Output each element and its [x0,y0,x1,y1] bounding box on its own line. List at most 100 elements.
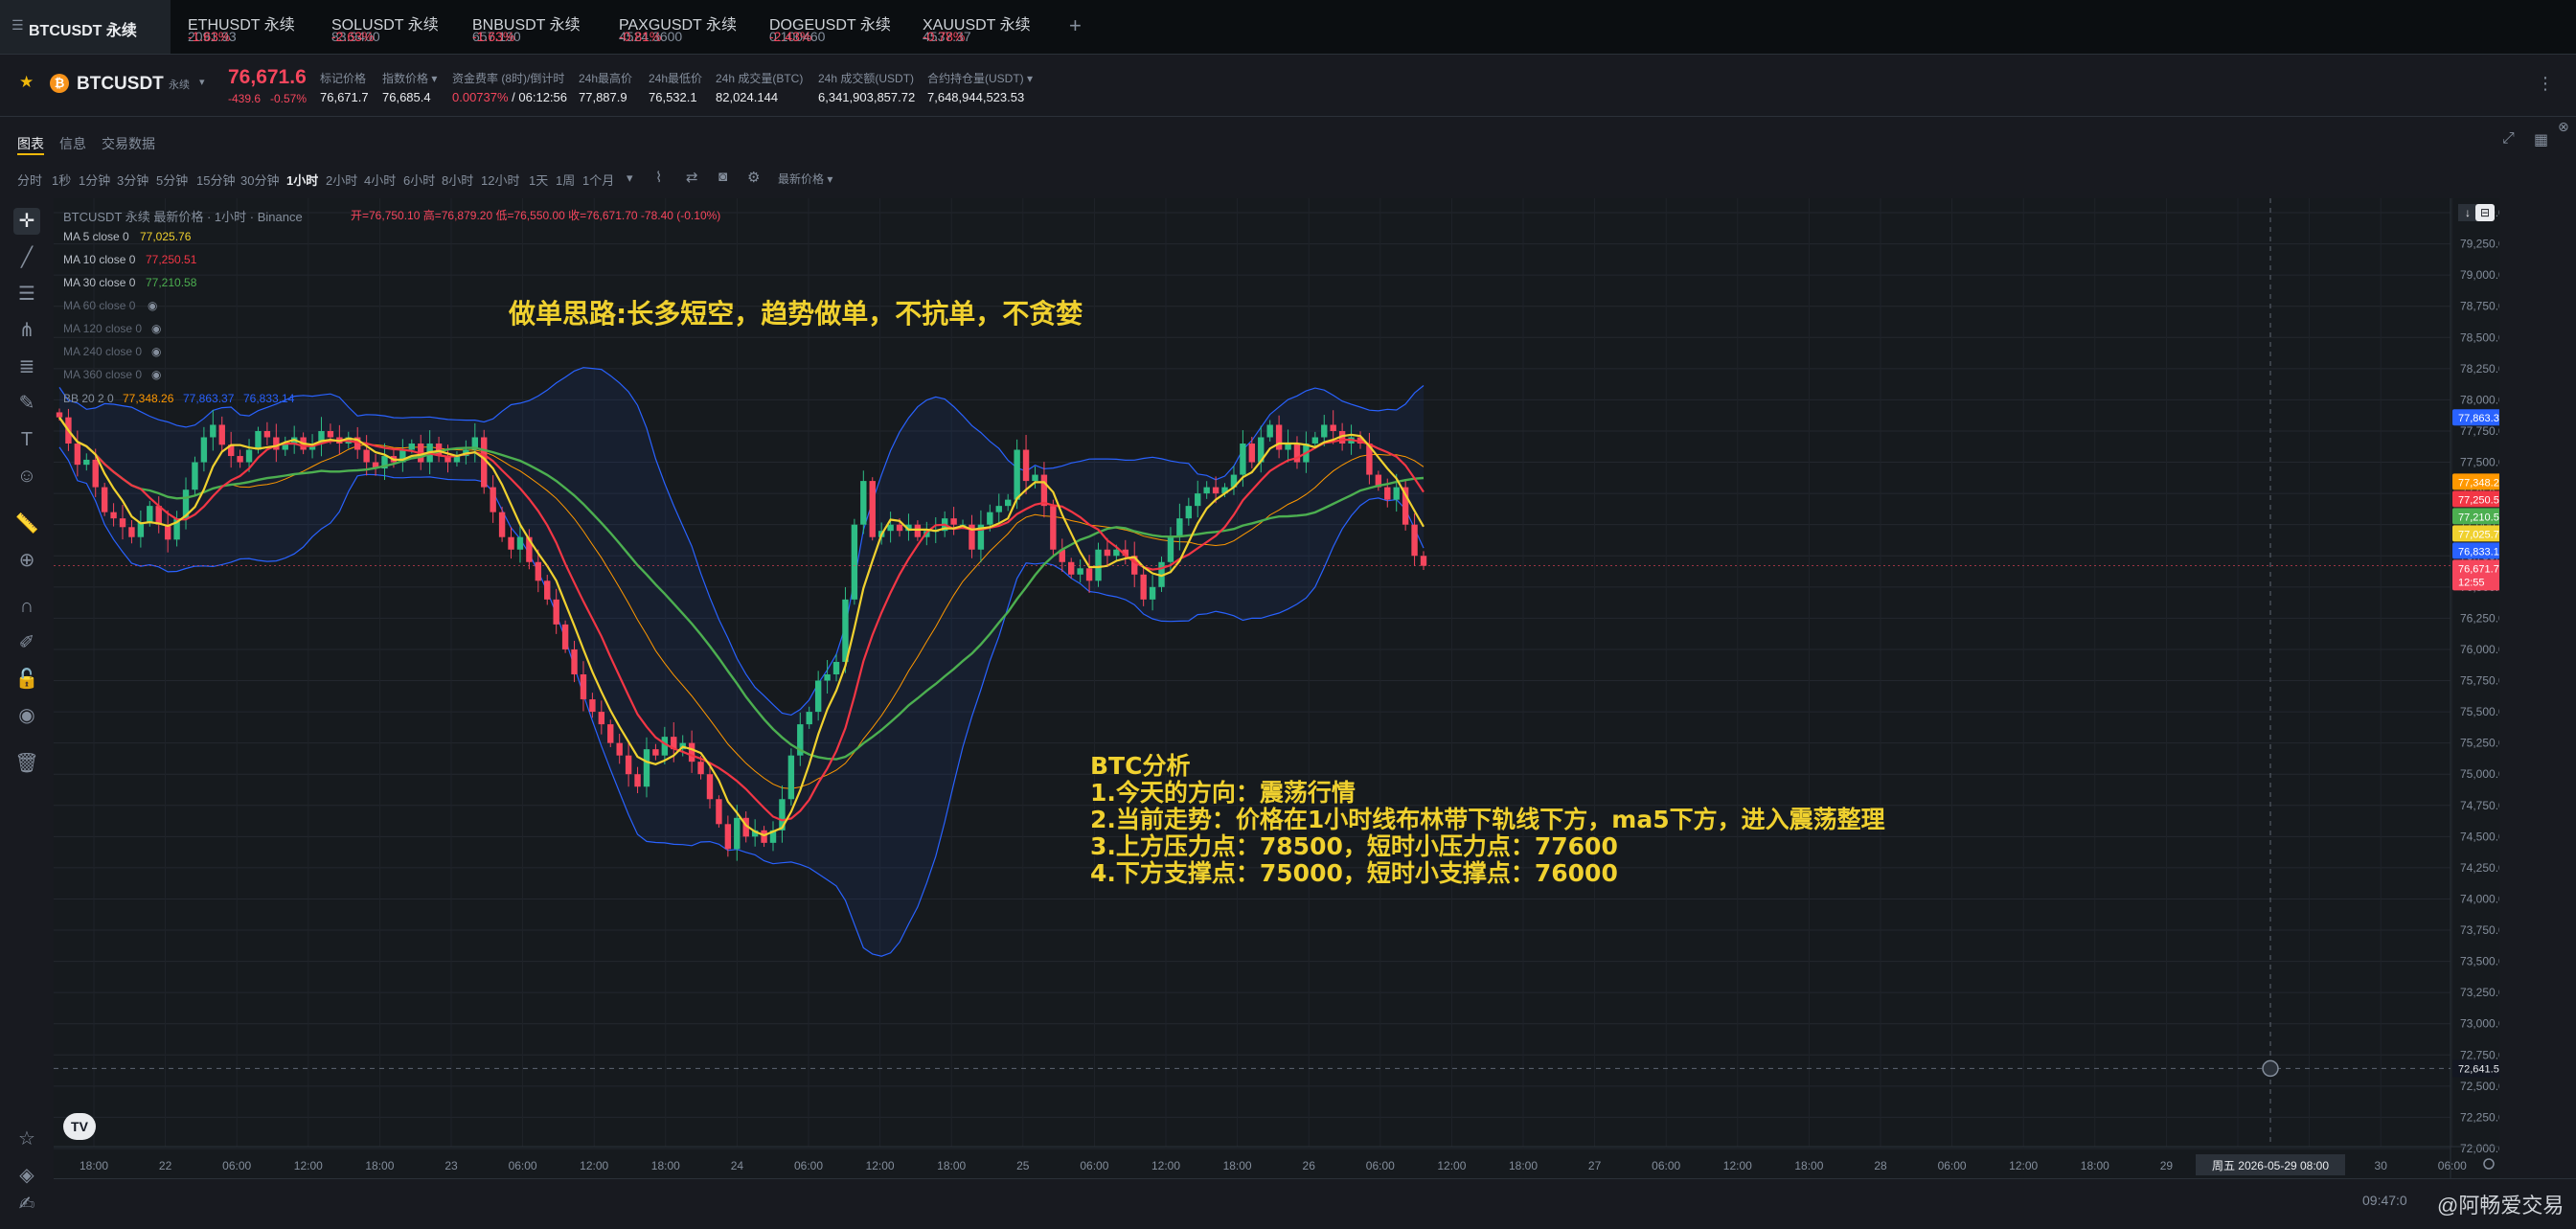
last-price: 76,671.6 [228,66,307,88]
candle-body [1203,487,1210,494]
view-subtabs: 图表 信息 交易数据 ⤢ ▦ ⊗ [0,119,2576,157]
tradingview-logo: TV [63,1113,96,1140]
price-tick-label: 72,000.00 [2460,1142,2499,1155]
timeframe-option[interactable]: 30分钟 [240,171,279,189]
candle-body [1311,437,1319,444]
chevron-down-icon[interactable]: ▾ [199,76,205,88]
indicator-name: MA 5 close 0 [63,230,129,243]
candle-body [1014,449,1020,500]
favorite-star-icon[interactable]: ★ [19,73,34,92]
timeframe-option[interactable]: 1天 [529,171,548,189]
crosshair-icon[interactable]: ✛ [13,208,40,235]
trendline-icon[interactable]: ╱ [13,244,40,271]
lock-icon[interactable]: 🔓 [13,666,40,693]
tab-info[interactable]: 信息 [59,134,86,153]
price-tag-text: 77,025.76 [2458,529,2499,540]
timeframe-option[interactable]: 1周 [556,171,575,189]
tab-trading-data[interactable]: 交易数据 [102,134,155,153]
indicator-icon[interactable]: ⌇ [655,169,662,186]
candle-body [995,506,1002,512]
timeframe-option[interactable]: 1小时 [286,171,318,189]
candle-body [83,459,90,466]
timeframe-option[interactable]: 6小时 [403,171,435,189]
lock-pen-icon[interactable]: ✐ [13,629,40,656]
auto-scale-icon[interactable]: ⊟ [2475,204,2495,221]
layers-icon[interactable]: ◈ [13,1162,40,1189]
camera-icon[interactable]: ◙ [718,169,727,185]
star-icon[interactable]: ☆ [13,1126,40,1152]
timeframe-option[interactable]: 1分钟 [79,171,110,189]
timeframe-option[interactable]: 2小时 [326,171,357,189]
analysis-line-4: 4.下方支撑点：75000，短时小支撑点：76000 [1090,859,1618,887]
crosshair-handle-icon[interactable] [2262,1059,2279,1078]
time-tick-label: 24 [731,1159,744,1172]
more-icon[interactable]: ⋮ [2537,74,2554,94]
timeframe-option[interactable]: 15分钟 [196,171,235,189]
timeframe-option[interactable]: 分时 [17,171,42,189]
timeframe-option[interactable]: 1秒 [52,171,71,189]
candle-body [1176,518,1183,537]
candle-body [245,449,253,463]
candle-body [327,430,334,438]
chart-svg[interactable]: 79,500.0079,250.0079,000.0078,750.0078,5… [54,198,2525,1178]
ticker-symbol[interactable]: BTCUSDT [77,74,164,95]
expand-icon[interactable]: ⤢ [2502,130,2515,148]
close-icon[interactable]: ⊗ [2558,119,2569,135]
tab-symbol[interactable]: BTCUSDT 永续 [29,17,137,40]
scroll-down-icon[interactable]: ↓ [2458,204,2477,221]
add-tab-icon[interactable]: + [1069,13,1082,38]
brush-icon[interactable]: ✎ [13,390,40,417]
legend-bb-name: BB 20 2 0 [63,392,114,405]
stat-value: 82,024.144 [716,90,779,104]
trash-icon[interactable]: 🗑 [13,750,40,777]
candle-body [1113,549,1120,557]
candle-body [1085,568,1093,581]
timeframe-option[interactable]: ▾ [627,171,633,186]
eye-icon[interactable]: ◉ [13,702,40,729]
active-tab-indicator [17,153,44,155]
timeframe-option[interactable]: 1个月 [582,171,614,189]
timeframe-option[interactable]: 12小时 [481,171,519,189]
horizontal-lines-icon[interactable]: ☰ [13,281,40,307]
eye-icon[interactable]: ◉ [151,345,161,358]
candle-body [535,561,542,581]
emoji-icon[interactable]: ☺ [13,463,40,489]
ruler-icon[interactable]: 📏 [13,511,40,537]
stat-label: 24h 成交额(USDT) [818,72,915,85]
candle-body [544,580,551,600]
eye-icon[interactable]: ◉ [151,322,161,335]
timeframe-option[interactable]: 8小时 [442,171,473,189]
zoom-in-icon[interactable]: ⊕ [13,547,40,574]
tab-chart[interactable]: 图表 [17,134,44,153]
candle-body [490,487,496,512]
time-tick-label: 06:00 [1366,1159,1395,1172]
fib-icon[interactable]: ≣ [13,353,40,380]
layout-grid-icon[interactable]: ▦ [2534,130,2548,149]
price-mode-select[interactable]: 最新价格 ▾ [778,171,832,187]
candle-body [987,512,993,525]
eye-icon[interactable]: ◉ [151,368,161,381]
timeframe-option[interactable]: 3分钟 [117,171,148,189]
settings-icon[interactable]: ⚙ [747,169,760,186]
candle-body [887,524,894,532]
legend-ohlc: 开=76,750.10 高=76,879.20 低=76,550.00 收=76… [351,209,721,222]
price-chart[interactable]: 79,500.0079,250.0079,000.0078,750.0078,5… [54,198,2525,1178]
time-tick-label: 25 [1016,1159,1030,1172]
time-tick-label: 06:00 [794,1159,823,1172]
time-tick-label: 18:00 [365,1159,394,1172]
candle-body [806,712,812,725]
text-icon[interactable]: T [13,426,40,453]
timeframe-option[interactable]: 4小时 [364,171,396,189]
price-tick-label: 75,500.00 [2460,705,2499,718]
timeframe-option[interactable]: 5分钟 [156,171,188,189]
pitchfork-icon[interactable]: ⋔ [13,317,40,344]
time-tick-label: 18:00 [2081,1159,2109,1172]
symbol-tabstrip: ☰ BTCUSDT 永续 ETHUSDT 永续 2091.93 -1.63% SOLU… [0,0,2576,55]
candle-body [553,599,559,625]
menu-icon[interactable]: ☰ [11,17,24,34]
eye-icon[interactable]: ◉ [148,299,157,312]
edit-icon[interactable]: ✍ [13,1191,40,1218]
price-tick-label: 72,250.00 [2460,1110,2499,1124]
compare-icon[interactable]: ⇄ [686,169,698,186]
magnet-icon[interactable]: ∩ [13,593,40,620]
